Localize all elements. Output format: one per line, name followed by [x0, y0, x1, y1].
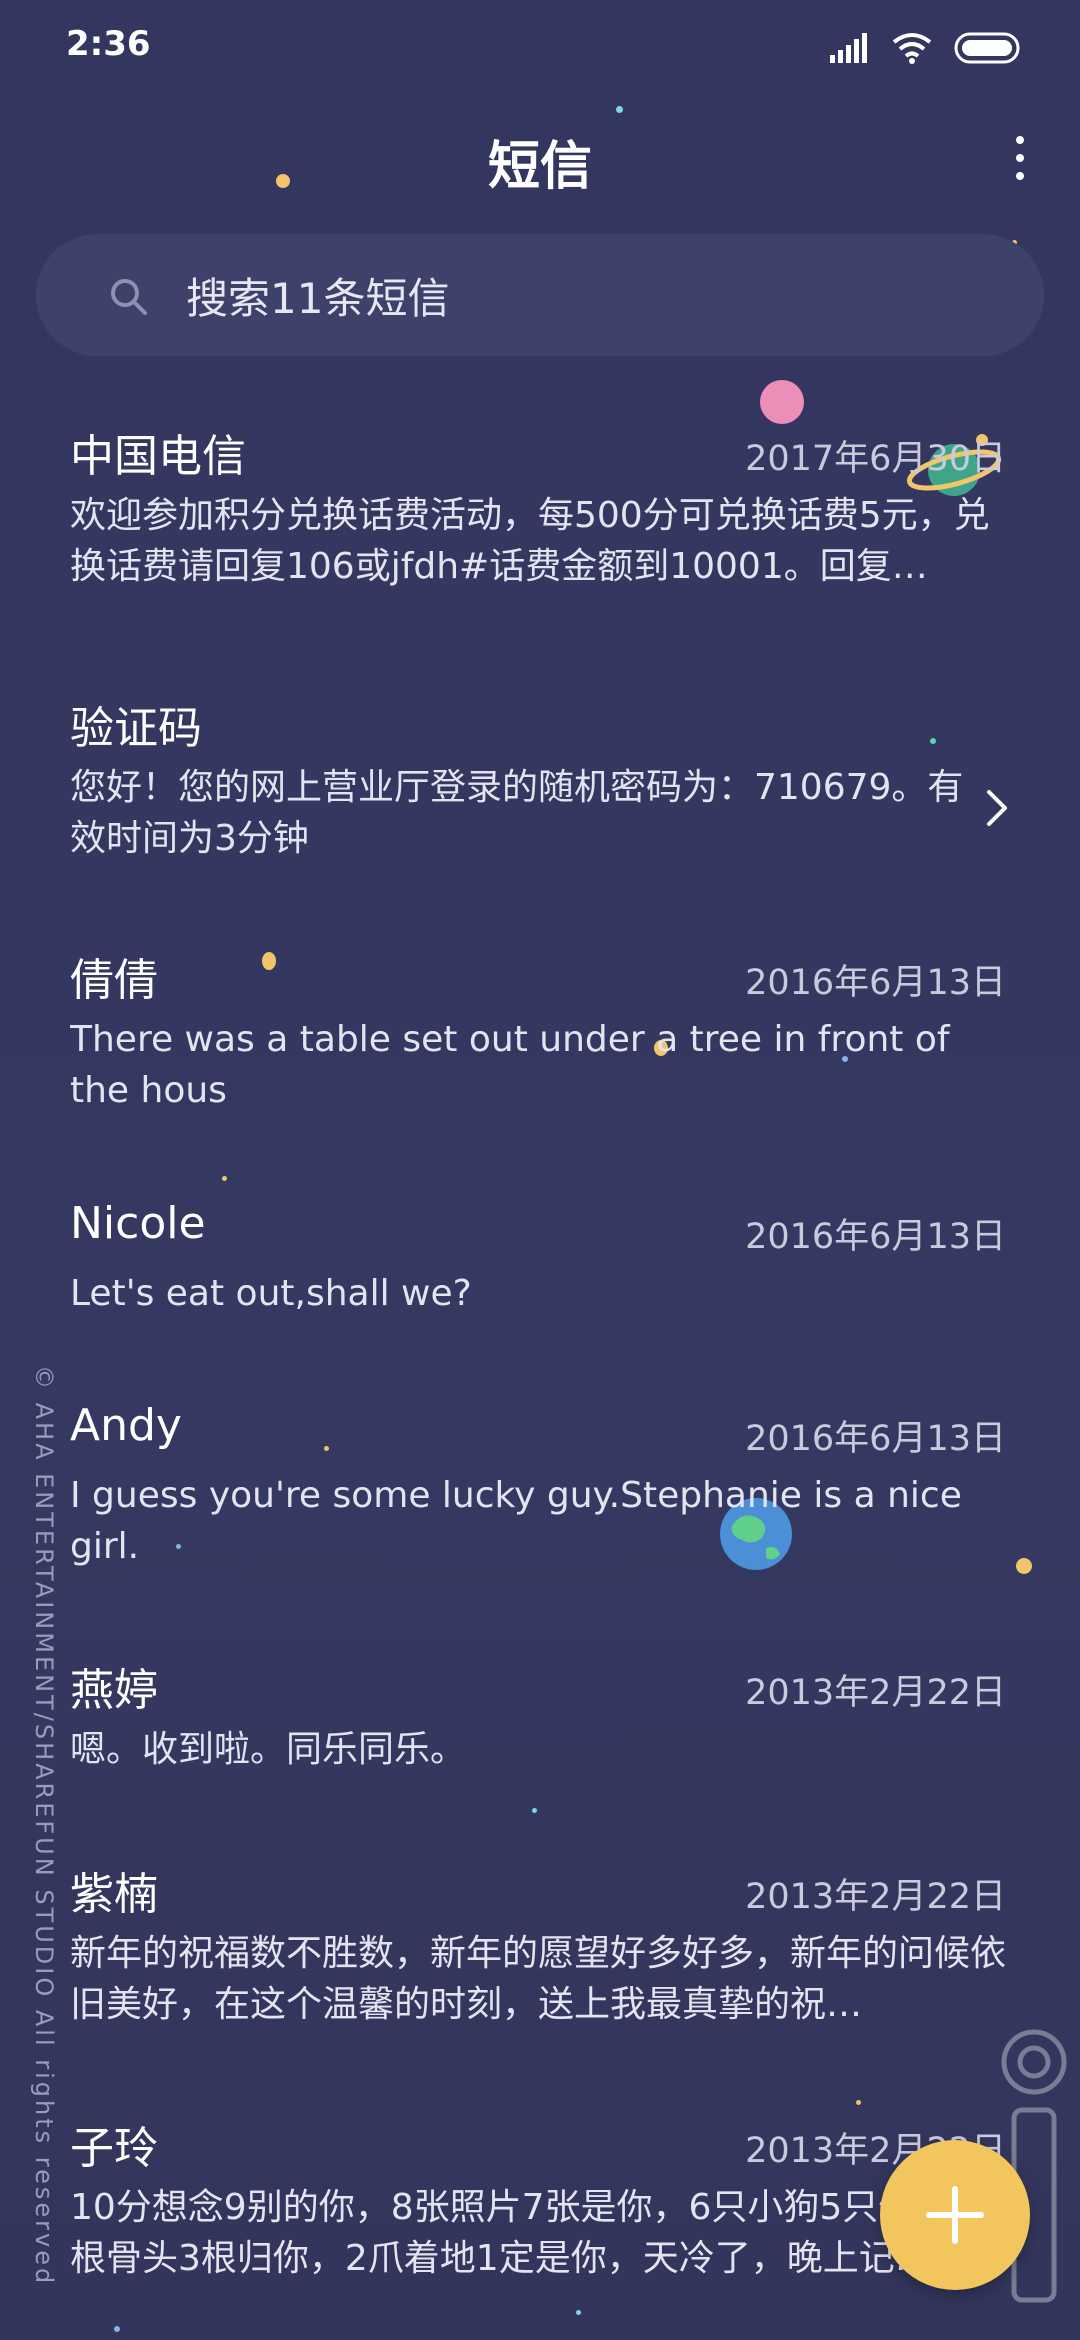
star-decoration: [222, 1176, 227, 1181]
menu-dot: [1016, 172, 1024, 180]
message-date: 2017年6月30日: [745, 439, 1006, 479]
contact-name: Andy: [70, 1400, 182, 1451]
compose-button[interactable]: [880, 2140, 1030, 2290]
contact-name: 紫楠: [70, 1869, 158, 1920]
signal-icon: [830, 33, 867, 63]
battery-icon: [954, 32, 1020, 64]
star-decoration: [114, 2326, 120, 2332]
message-date: 2016年6月13日: [745, 963, 1006, 1003]
message-preview: 您好！您的网上营业厅登录的随机密码为：710679。有效时间为3分钟: [70, 767, 964, 859]
star-decoration: [856, 2100, 861, 2105]
plus-icon: [926, 2186, 984, 2244]
status-icons: [830, 30, 1024, 66]
chevron-right-icon: [987, 790, 1007, 826]
conversation-item[interactable]: Andy 2016年6月13日 I guess you're some luck…: [0, 1400, 1080, 1600]
menu-dot: [1016, 136, 1024, 144]
contact-name: 中国电信: [70, 431, 246, 482]
message-date: 2016年6月13日: [745, 1217, 1006, 1257]
search-input[interactable]: 搜索11条短信: [36, 234, 1044, 356]
conversation-item[interactable]: 紫楠 2013年2月22日 新年的祝福数不胜数，新年的愿望好多好多，新年的问候依…: [0, 1858, 1080, 2058]
message-date: 2013年2月22日: [745, 1673, 1006, 1713]
title-bar: 短信: [0, 112, 1080, 202]
messages-screen: 2:36 短信 搜索11条短信 中国电信 2017年6月30日 欢迎参加积分兑换…: [0, 0, 1080, 2340]
status-time: 2:36: [66, 24, 151, 64]
message-preview: 欢迎参加积分兑换话费活动，每500分可兑换话费5元，兑换话费请回复106或jfd…: [70, 495, 990, 587]
message-preview: 新年的祝福数不胜数，新年的愿望好多好多，新年的问候依旧美好，在这个温馨的时刻，送…: [70, 1933, 1007, 2025]
planet-pink-decoration: [760, 380, 804, 424]
contact-name: Nicole: [70, 1198, 206, 1249]
message-date: 2013年2月22日: [745, 1877, 1006, 1917]
search-placeholder: 搜索11条短信: [186, 273, 450, 323]
conversation-item[interactable]: 验证码 您好！您的网上营业厅登录的随机密码为：710679。有效时间为3分钟: [0, 692, 1080, 892]
side-copyright-text: © AHA ENTERTAINMENT/SHAREFUN STUDIO All …: [30, 1365, 58, 2287]
conversation-item[interactable]: Nicole 2016年6月13日 Let's eat out,shall we…: [0, 1198, 1080, 1358]
page-title: 短信: [487, 137, 592, 197]
message-preview: Let's eat out,shall we?: [70, 1273, 472, 1314]
contact-name: 燕婷: [70, 1665, 158, 1716]
message-preview: 10分想念9别的你，8张照片7张是你，6只小狗5只像你，4根骨头3根归你，2爪着…: [70, 2187, 1010, 2279]
contact-name: 子玲: [70, 2123, 158, 2174]
message-preview: I guess you're some lucky guy.Stephanie …: [70, 1475, 962, 1567]
menu-dot: [1016, 154, 1024, 162]
conversation-item[interactable]: 中国电信 2017年6月30日 欢迎参加积分兑换话费活动，每500分可兑换话费5…: [0, 420, 1080, 620]
search-icon: [111, 279, 147, 315]
wifi-icon: [892, 33, 932, 64]
message-date: 2016年6月13日: [745, 1419, 1006, 1459]
contact-name: 验证码: [70, 703, 202, 754]
more-vertical-icon[interactable]: [1000, 130, 1040, 186]
contact-name: 倩倩: [70, 955, 158, 1006]
message-preview: There was a table set out under a tree i…: [70, 1019, 950, 1111]
conversation-item[interactable]: 倩倩 2016年6月13日 There was a table set out …: [0, 944, 1080, 1144]
status-bar: 2:36: [0, 0, 1080, 96]
conversation-item[interactable]: 燕婷 2013年2月22日 嗯。收到啦。同乐同乐。: [0, 1654, 1080, 1814]
message-preview: 嗯。收到啦。同乐同乐。: [70, 1729, 467, 1770]
